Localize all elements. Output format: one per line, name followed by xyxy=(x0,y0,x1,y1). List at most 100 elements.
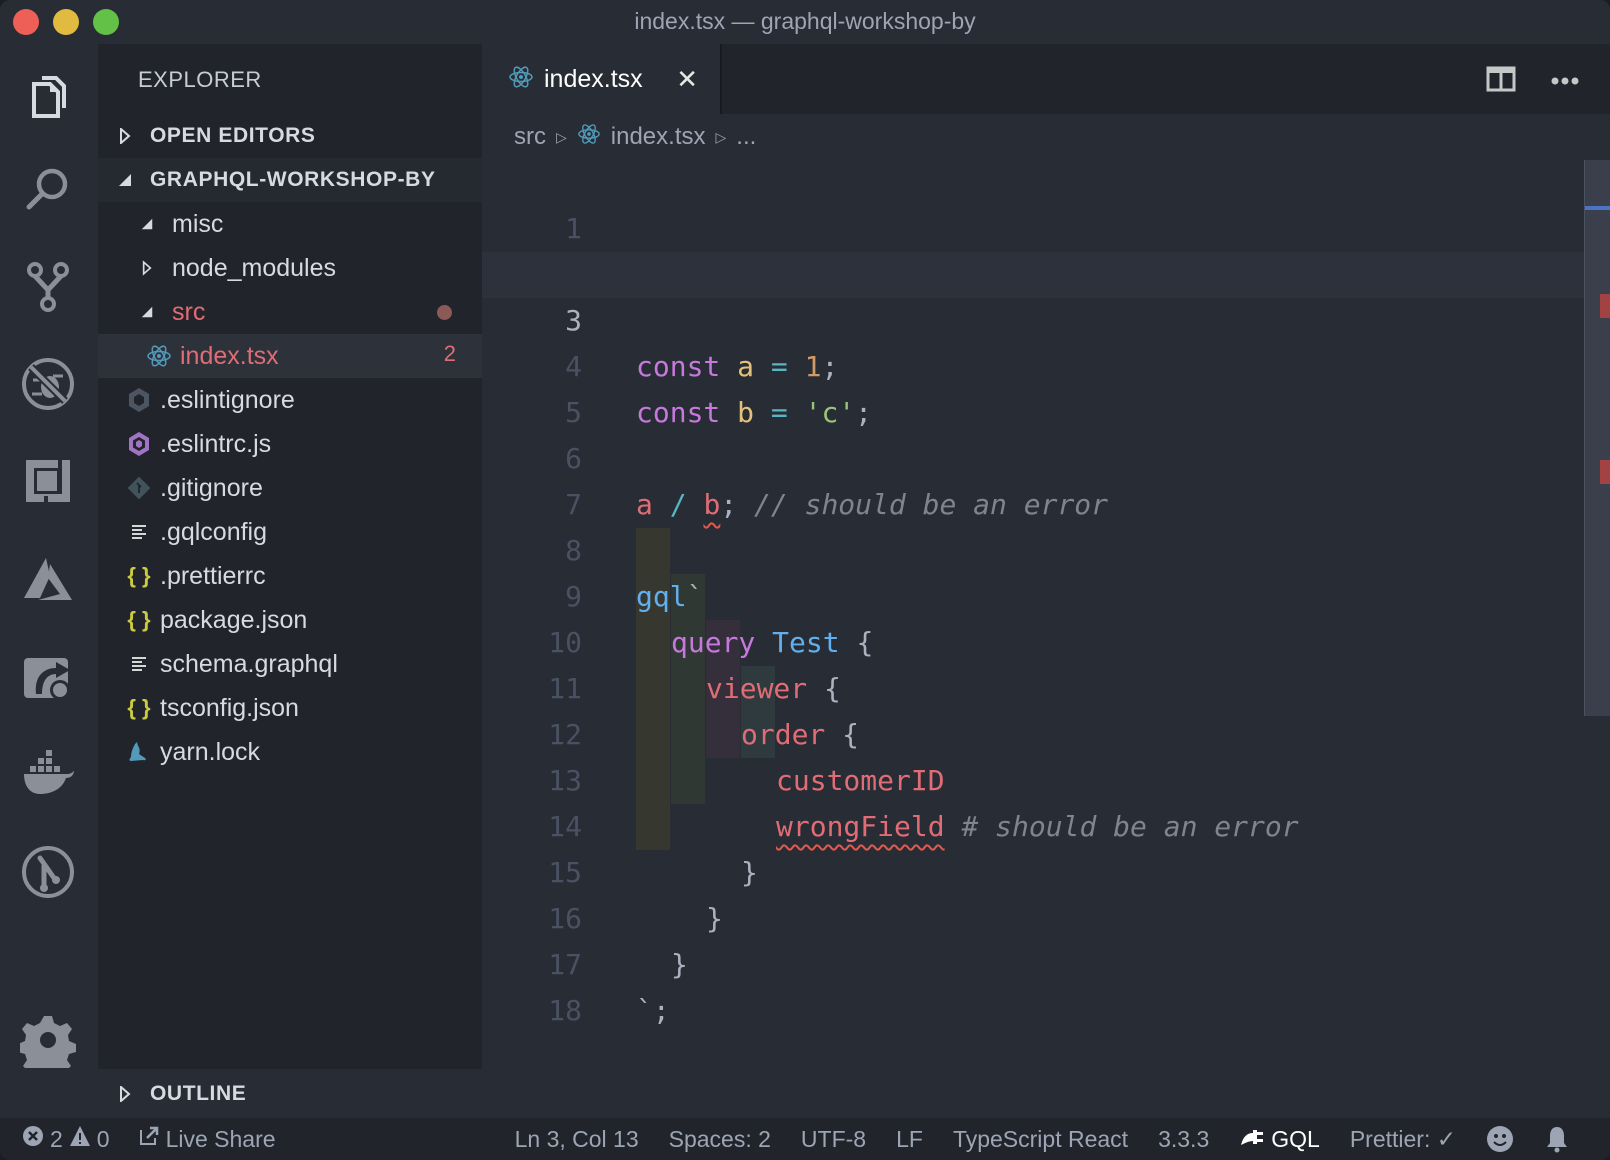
git-icon xyxy=(122,473,156,503)
tree-file-eslintignore[interactable]: .eslintignore xyxy=(98,378,482,422)
modified-dot-badge xyxy=(437,305,452,320)
code-line-text: `; xyxy=(636,988,670,1034)
overview-cursor-marker xyxy=(1585,206,1610,210)
overview-error-marker xyxy=(1600,460,1610,484)
code-line: 9 query Test { xyxy=(482,528,1592,659)
plug-icon xyxy=(1239,1126,1265,1153)
error-icon xyxy=(22,1125,44,1153)
line-ending[interactable]: LF xyxy=(896,1126,923,1153)
chevron-right-icon xyxy=(112,123,138,149)
open-editors-section[interactable]: OPEN EDITORS xyxy=(98,114,482,158)
live-share-icon[interactable] xyxy=(18,646,78,706)
outline-section[interactable]: OUTLINE xyxy=(98,1068,482,1118)
notifications-bell-icon[interactable] xyxy=(1544,1125,1570,1153)
tree-folder-node-modules[interactable]: node_modules xyxy=(98,246,482,290)
language-mode[interactable]: TypeScript React xyxy=(953,1126,1128,1153)
close-icon[interactable]: ✕ xyxy=(676,64,698,95)
react-icon xyxy=(142,341,176,371)
activity-bar xyxy=(0,44,98,1118)
code-line: 7 xyxy=(482,436,1592,521)
feedback-smiley-icon[interactable] xyxy=(1486,1125,1514,1153)
json-icon: { } xyxy=(127,563,151,588)
react-icon xyxy=(508,64,534,95)
live-share-button[interactable]: Live Share xyxy=(138,1125,276,1153)
git-history-icon[interactable] xyxy=(18,842,78,902)
problem-count-badge: 2 xyxy=(443,341,456,366)
code-line-current: 3 const a = 1; xyxy=(482,252,1592,383)
indentation[interactable]: Spaces: 2 xyxy=(669,1126,771,1153)
split-editor-icon[interactable] xyxy=(1486,66,1516,97)
gql-status[interactable]: GQL xyxy=(1239,1126,1320,1153)
breadcrumb-file[interactable]: index.tsx xyxy=(611,123,706,151)
chevron-down-icon xyxy=(134,211,160,237)
breadcrumb-more[interactable]: ... xyxy=(736,123,756,151)
gear-icon[interactable] xyxy=(18,1010,78,1070)
workspace-label: GRAPHQL-WORKSHOP-BY xyxy=(150,168,436,191)
eslint-icon xyxy=(122,429,156,459)
code-line: 12 customerID xyxy=(482,666,1592,797)
tree-file-tsconfig[interactable]: { } tsconfig.json xyxy=(98,686,482,730)
azure-icon[interactable] xyxy=(18,548,78,608)
tab-label: index.tsx xyxy=(544,64,643,93)
problems-indicator[interactable]: 2 0 xyxy=(22,1125,110,1153)
tree-file-schema-graphql[interactable]: schema.graphql xyxy=(98,642,482,686)
files-icon[interactable] xyxy=(18,64,78,124)
share-icon xyxy=(138,1125,160,1153)
code-area[interactable]: 1 import gql from 'graphql-tag'; 2 3 con… xyxy=(482,160,1592,1027)
vertical-scrollbar[interactable] xyxy=(1584,160,1610,716)
overview-error-marker xyxy=(1600,294,1610,318)
code-line: 15 } xyxy=(482,804,1592,935)
code-token: ; xyxy=(652,994,670,1027)
status-bar: 2 0 Live Share Ln 3, Col 13 Spaces: 2 UT… xyxy=(0,1118,1610,1160)
text-file-icon xyxy=(122,517,156,547)
code-line: 16 } xyxy=(482,850,1592,981)
line-number: 18 xyxy=(548,994,582,1027)
typescript-version[interactable]: 3.3.3 xyxy=(1158,1126,1209,1153)
source-control-icon[interactable] xyxy=(18,256,78,316)
more-actions-icon[interactable] xyxy=(1550,73,1580,91)
code-line: 11 order { xyxy=(482,620,1592,751)
chevron-right-icon xyxy=(112,1081,138,1107)
encoding[interactable]: UTF-8 xyxy=(801,1126,866,1153)
breadcrumb-folder[interactable]: src xyxy=(514,123,546,151)
docker-icon[interactable] xyxy=(18,744,78,804)
prettier-status[interactable]: Prettier: ✓ xyxy=(1350,1126,1456,1153)
window-title: index.tsx — graphql-workshop-by xyxy=(634,8,976,34)
tree-folder-src[interactable]: src xyxy=(98,290,482,334)
code-line: 10 viewer { xyxy=(482,574,1592,705)
code-line: 17 `; xyxy=(482,896,1592,1027)
vscode-window: index.tsx — graphql-workshop-by EXPLORER… xyxy=(0,0,1610,1160)
code-line: 6 a / b; // should be an error xyxy=(482,390,1592,521)
code-line: 18 xyxy=(482,942,1592,1027)
open-editors-label: OPEN EDITORS xyxy=(150,124,316,147)
editor-actions xyxy=(1486,66,1580,97)
code-line: 13 wrongField # should be an error xyxy=(482,712,1592,843)
tree-file-eslintrc[interactable]: .eslintrc.js xyxy=(98,422,482,466)
explorer-sidebar: EXPLORER OPEN EDITORS GRAPHQL-WORKSHOP-B… xyxy=(98,44,482,1118)
tree-file-prettierrc[interactable]: { } .prettierrc xyxy=(98,554,482,598)
yarn-icon xyxy=(122,737,156,767)
chevron-right-icon: ▷ xyxy=(715,128,727,145)
workspace-section[interactable]: GRAPHQL-WORKSHOP-BY xyxy=(98,158,482,202)
code-line: 1 import gql from 'graphql-tag'; xyxy=(482,160,1592,291)
tree-file-package-json[interactable]: { } package.json xyxy=(98,598,482,642)
tree-file-index-tsx[interactable]: index.tsx 2 xyxy=(98,334,482,378)
warning-count: 0 xyxy=(96,1125,110,1152)
extensions-icon[interactable] xyxy=(18,450,78,510)
tree-folder-misc[interactable]: misc xyxy=(98,202,482,246)
error-count: 2 xyxy=(50,1125,63,1152)
code-token: ` xyxy=(636,994,653,1027)
explorer-title: EXPLORER xyxy=(138,67,262,92)
warning-icon xyxy=(69,1125,91,1153)
search-icon[interactable] xyxy=(18,160,78,220)
debug-icon[interactable] xyxy=(18,354,78,414)
tree-file-gitignore[interactable]: .gitignore xyxy=(98,466,482,510)
code-line: 5 xyxy=(482,344,1592,429)
tree-file-gqlconfig[interactable]: .gqlconfig xyxy=(98,510,482,554)
tab-index-tsx[interactable]: index.tsx ✕ xyxy=(482,44,722,114)
breadcrumb: src ▷ index.tsx ▷ ... xyxy=(482,114,1610,160)
chevron-down-icon xyxy=(112,167,138,193)
code-line: 14 } xyxy=(482,758,1592,889)
cursor-position[interactable]: Ln 3, Col 13 xyxy=(515,1126,639,1153)
tree-file-yarn-lock[interactable]: yarn.lock xyxy=(98,730,482,774)
